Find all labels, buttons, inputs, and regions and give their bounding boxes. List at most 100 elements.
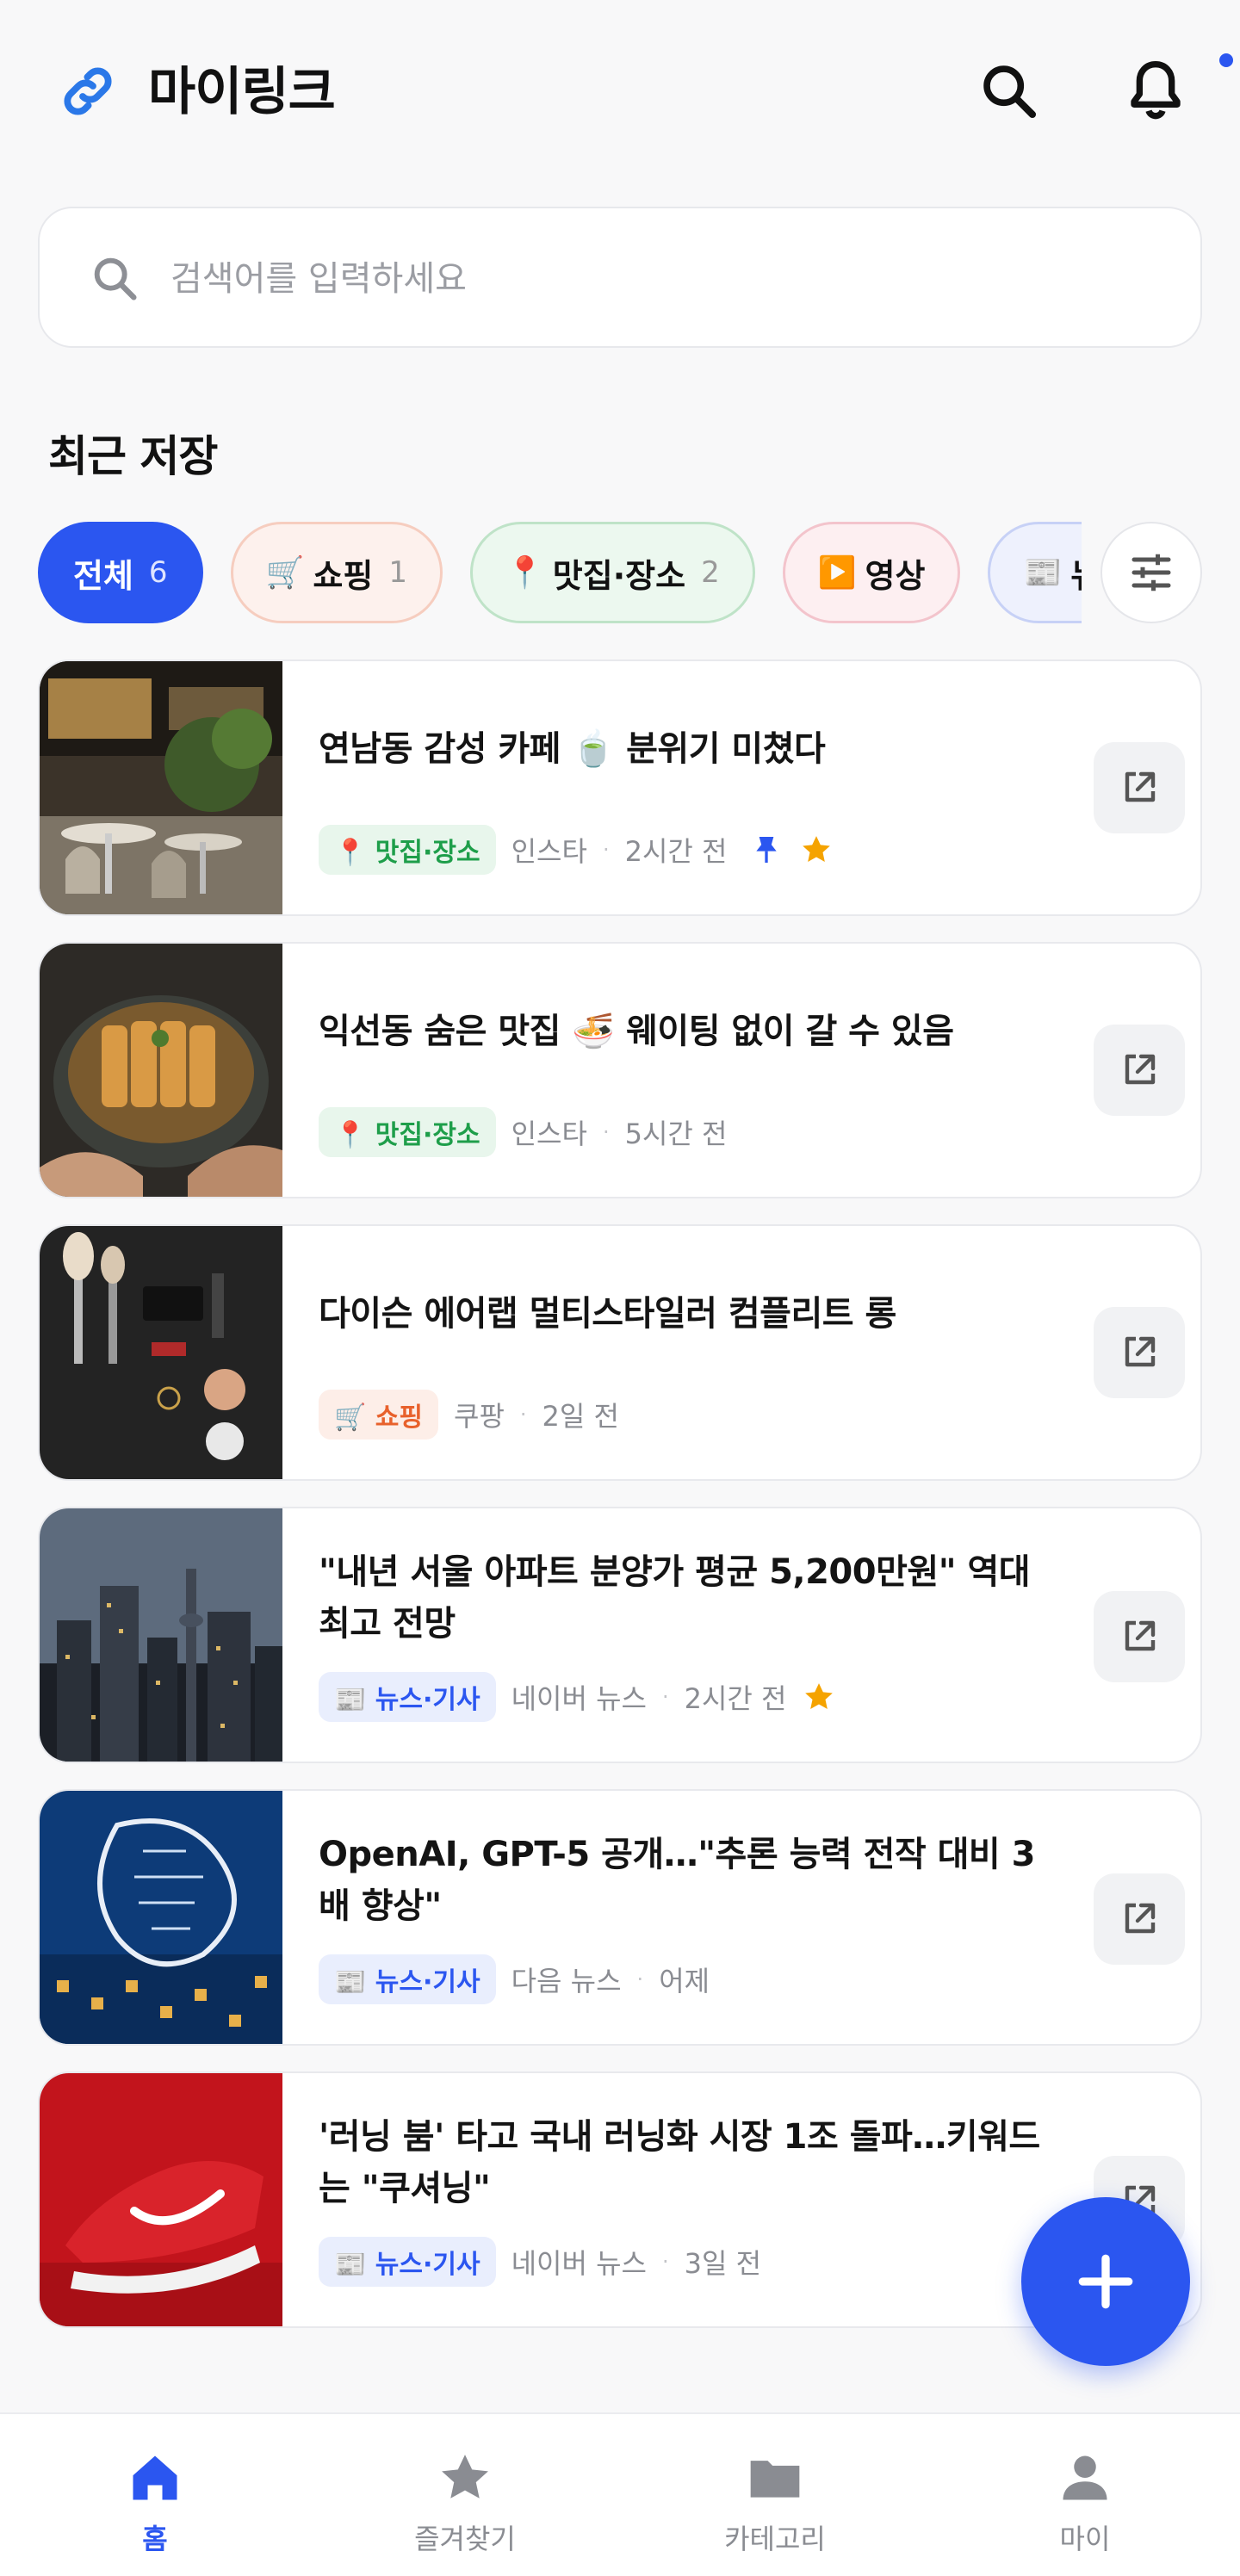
- source-label: 인스타: [511, 1118, 587, 1150]
- nav-label: 마이: [1059, 2523, 1111, 2555]
- nav-folder[interactable]: 카테고리: [672, 2449, 878, 2569]
- nav-person[interactable]: 마이: [982, 2449, 1188, 2569]
- chip-label: 맛집·장소: [552, 556, 686, 595]
- nav-label: 홈: [142, 2523, 168, 2555]
- saved-card[interactable]: 익선동 숨은 맛집 🍜 웨이팅 없이 갈 수 있음 📍 맛집·장소 인스타 · 5시간 …: [38, 942, 1202, 1198]
- category-tag: 📰 뉴스·기사: [319, 1672, 496, 1722]
- saved-card[interactable]: OpenAI, GPT-5 공개…"추론 능력 전작 대비 3배 향상" 📰 뉴스…: [38, 1789, 1202, 2046]
- home-icon: [133, 2455, 177, 2500]
- chip-label: 쇼핑: [313, 556, 374, 595]
- source-label: 쿠팡: [454, 1400, 505, 1433]
- link-icon: [64, 67, 112, 115]
- category-tag: 📍 맛집·장소: [319, 825, 496, 875]
- source-label: 다음 뉴스: [511, 1965, 622, 1997]
- bottom-nav: 홈 즐겨찾기 카테고리 마이: [0, 2412, 1240, 2576]
- saved-card[interactable]: 다이슨 에어랩 멀티스타일러 컴플리트 롱 🛒 쇼핑 쿠팡 · 2일 전: [38, 1224, 1202, 1481]
- thumbnail-image: [40, 1791, 282, 2044]
- plus-icon: [1078, 2254, 1133, 2309]
- search-icon[interactable]: [976, 59, 1042, 124]
- time-label: 2일 전: [542, 1400, 619, 1433]
- category-tag: 📰 뉴스·기사: [319, 2237, 496, 2287]
- chip-2[interactable]: 📍 맛집·장소 2: [469, 522, 755, 623]
- category-chips: 전체 6 🛒쇼핑 1 📍맛집·장소 2 ▶️영상 📰 뉴스·기사: [38, 520, 1082, 625]
- thumbnail-image: [40, 944, 282, 1197]
- section-title: 최근 저장: [48, 431, 218, 481]
- chip-3[interactable]: ▶️ 영상: [782, 522, 961, 623]
- nav-star[interactable]: 즐겨찾기: [362, 2449, 568, 2569]
- notification-dot: [1219, 53, 1233, 67]
- separator-dot: ·: [661, 1685, 669, 1709]
- external-link-icon: [1125, 771, 1156, 802]
- source-label: 인스타: [511, 835, 587, 868]
- time-label: 2시간 전: [624, 835, 728, 868]
- separator-dot: ·: [602, 838, 610, 862]
- search-icon: [94, 257, 137, 300]
- card-meta: 🛒 쇼핑 쿠팡 · 2일 전: [319, 1390, 619, 1440]
- open-link-button[interactable]: [1094, 1025, 1185, 1116]
- card-meta: 📰 뉴스·기사 네이버 뉴스 · 2시간 전: [319, 1672, 836, 1722]
- time-label: 2시간 전: [684, 1682, 787, 1715]
- folder-icon: [750, 2461, 800, 2498]
- chip-label: 뉴스·기사: [1070, 549, 1082, 597]
- chip-count: 6: [148, 555, 168, 590]
- open-link-button[interactable]: [1094, 1591, 1185, 1682]
- nav-label: 카테고리: [724, 2523, 826, 2555]
- saved-card[interactable]: "내년 서울 아파트 분양가 평균 5,200만원" 역대 최고 전망 📰 뉴스·…: [38, 1507, 1202, 1763]
- card-meta: 📰 뉴스·기사 다음 뉴스 · 어제: [319, 1954, 710, 2004]
- category-tag: 📰 뉴스·기사: [319, 1954, 496, 2004]
- app-title: 마이링크: [148, 62, 336, 122]
- card-title: '러닝 붐' 타고 국내 러닝화 시장 1조 돌파…키워드는 "쿠셔닝": [319, 2117, 1040, 2208]
- thumbnail-image: [40, 2073, 282, 2326]
- bell-icon[interactable]: [1121, 55, 1190, 124]
- chip-emoji-icon: 📍: [505, 555, 544, 591]
- separator-dot: ·: [602, 1120, 610, 1144]
- star-icon: [805, 1683, 834, 1709]
- person-icon: [1063, 2455, 1107, 2500]
- saved-card[interactable]: 연남동 감성 카페 🍵 분위기 미쳤다 📍 맛집·장소 인스타 · 2시간 전: [38, 659, 1202, 916]
- chip-4[interactable]: 📰 뉴스·기사: [988, 522, 1082, 623]
- card-meta: 📰 뉴스·기사 네이버 뉴스 · 3일 전: [319, 2237, 761, 2287]
- thumbnail-image: [40, 1226, 282, 1479]
- card-title: 연남동 감성 카페 🍵 분위기 미쳤다: [319, 729, 826, 769]
- open-link-button[interactable]: [1094, 742, 1185, 833]
- separator-dot: ·: [661, 2250, 669, 2274]
- card-meta: 📍 맛집·장소 인스타 · 5시간 전: [319, 1107, 727, 1157]
- search-bar[interactable]: [38, 207, 1202, 348]
- chip-emoji-icon: 🛒: [265, 555, 305, 591]
- chip-count: 1: [388, 555, 407, 590]
- card-title: 다이슨 에어랩 멀티스타일러 컴플리트 롱: [319, 1294, 896, 1334]
- star-icon: [442, 2455, 488, 2499]
- filter-button[interactable]: [1100, 522, 1202, 623]
- app-header: 마이링크: [0, 0, 1240, 181]
- source-label: 네이버 뉴스: [511, 1682, 647, 1715]
- external-link-icon: [1125, 1903, 1156, 1934]
- open-link-button[interactable]: [1094, 1873, 1185, 1965]
- sliders-icon: [1132, 554, 1171, 591]
- chip-1[interactable]: 🛒 쇼핑 1: [230, 522, 443, 623]
- chip-emoji-icon: 📰: [1023, 555, 1063, 591]
- category-tag: 🛒 쇼핑: [319, 1390, 438, 1440]
- chip-emoji-icon: ▶️: [817, 555, 857, 591]
- separator-dot: ·: [636, 1967, 644, 1991]
- external-link-icon: [1125, 1336, 1156, 1367]
- source-label: 네이버 뉴스: [511, 2247, 647, 2280]
- time-label: 3일 전: [684, 2247, 762, 2280]
- open-link-button[interactable]: [1094, 1307, 1185, 1398]
- pin-icon: [756, 837, 778, 863]
- saved-list: 연남동 감성 카페 🍵 분위기 미쳤다 📍 맛집·장소 인스타 · 2시간 전 익선동 숨…: [38, 659, 1202, 2354]
- thumbnail-image: [40, 1508, 282, 1762]
- search-input[interactable]: [170, 246, 1161, 312]
- chip-label: 전체: [73, 556, 133, 595]
- time-label: 어제: [659, 1965, 710, 1997]
- time-label: 5시간 전: [624, 1118, 728, 1150]
- thumbnail-image: [40, 661, 282, 914]
- add-link-button[interactable]: [1021, 2197, 1190, 2366]
- separator-dot: ·: [519, 1403, 527, 1427]
- chip-0[interactable]: 전체 6: [38, 522, 203, 623]
- card-title: 익선동 숨은 맛집 🍜 웨이팅 없이 갈 수 있음: [319, 1012, 954, 1051]
- nav-home[interactable]: 홈: [52, 2449, 258, 2569]
- external-link-icon: [1125, 1054, 1156, 1085]
- chip-label: 영상: [865, 556, 926, 595]
- card-meta: 📍 맛집·장소 인스타 · 2시간 전: [319, 825, 834, 875]
- external-link-icon: [1125, 1620, 1156, 1651]
